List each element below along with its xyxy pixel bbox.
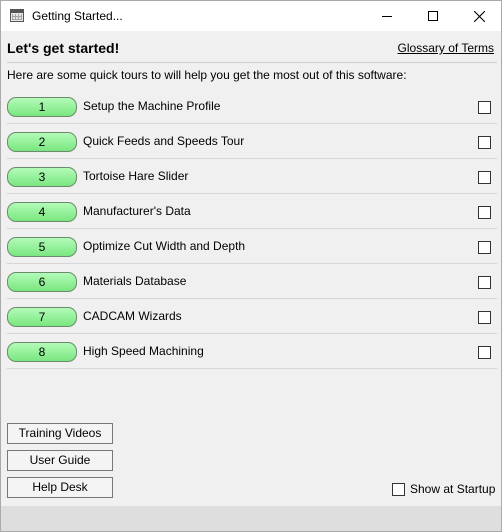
tour-row: 3 Tortoise Hare Slider [7, 167, 497, 202]
tour-row: 6 Materials Database [7, 272, 497, 307]
maximize-button[interactable] [410, 1, 456, 31]
tour-label: Optimize Cut Width and Depth [83, 239, 246, 253]
page-title: Let's get started! [7, 40, 120, 56]
show-at-startup-label: Show at Startup [410, 482, 496, 496]
tour-button-6[interactable]: 6 [7, 272, 77, 292]
tour-button-1[interactable]: 1 [7, 97, 77, 117]
maximize-icon [428, 11, 438, 21]
user-guide-button[interactable]: User Guide [7, 450, 113, 471]
tour-checkbox[interactable] [478, 276, 491, 289]
tour-button-2[interactable]: 2 [7, 132, 77, 152]
app-grid-icon [10, 9, 24, 22]
tour-checkbox[interactable] [478, 311, 491, 324]
tour-label: High Speed Machining [83, 344, 204, 358]
row-divider [7, 333, 497, 334]
tour-button-8[interactable]: 8 [7, 342, 77, 362]
minimize-button[interactable] [364, 1, 410, 31]
tour-label: Materials Database [83, 274, 187, 288]
close-button[interactable] [456, 1, 501, 31]
row-divider [7, 228, 497, 229]
row-divider [7, 368, 497, 369]
tour-label: Quick Feeds and Speeds Tour [83, 134, 245, 148]
row-divider [7, 193, 497, 194]
tour-button-4[interactable]: 4 [7, 202, 77, 222]
tour-button-3[interactable]: 3 [7, 167, 77, 187]
header-divider [7, 62, 497, 63]
intro-text: Here are some quick tours to will help y… [7, 68, 407, 82]
tour-label: Setup the Machine Profile [83, 99, 221, 113]
tour-checkbox[interactable] [478, 206, 491, 219]
tour-row: 8 High Speed Machining [7, 342, 497, 377]
minimize-icon [382, 16, 392, 17]
tour-row: 5 Optimize Cut Width and Depth [7, 237, 497, 272]
help-desk-button[interactable]: Help Desk [7, 477, 113, 498]
training-videos-button[interactable]: Training Videos [7, 423, 113, 444]
glossary-link[interactable]: Glossary of Terms [398, 41, 494, 55]
tour-checkbox[interactable] [478, 136, 491, 149]
tour-row: 1 Setup the Machine Profile [7, 97, 497, 132]
title-bar[interactable]: Getting Started... [1, 1, 501, 31]
getting-started-window: Getting Started... Let's get started! Gl… [0, 0, 502, 532]
status-bar [1, 506, 501, 531]
tour-label: CADCAM Wizards [83, 309, 182, 323]
row-divider [7, 263, 497, 264]
row-divider [7, 123, 497, 124]
close-icon [473, 10, 485, 22]
row-divider [7, 298, 497, 299]
show-at-startup-checkbox[interactable] [392, 483, 405, 496]
tour-checkbox[interactable] [478, 241, 491, 254]
tour-row: 7 CADCAM Wizards [7, 307, 497, 342]
tour-row: 2 Quick Feeds and Speeds Tour [7, 132, 497, 167]
tour-button-7[interactable]: 7 [7, 307, 77, 327]
tour-row: 4 Manufacturer's Data [7, 202, 497, 237]
tour-button-5[interactable]: 5 [7, 237, 77, 257]
tour-checkbox[interactable] [478, 171, 491, 184]
tour-label: Tortoise Hare Slider [83, 169, 189, 183]
tour-checkbox[interactable] [478, 346, 491, 359]
window-title: Getting Started... [32, 9, 123, 23]
tour-checkbox[interactable] [478, 101, 491, 114]
row-divider [7, 158, 497, 159]
tour-label: Manufacturer's Data [83, 204, 191, 218]
